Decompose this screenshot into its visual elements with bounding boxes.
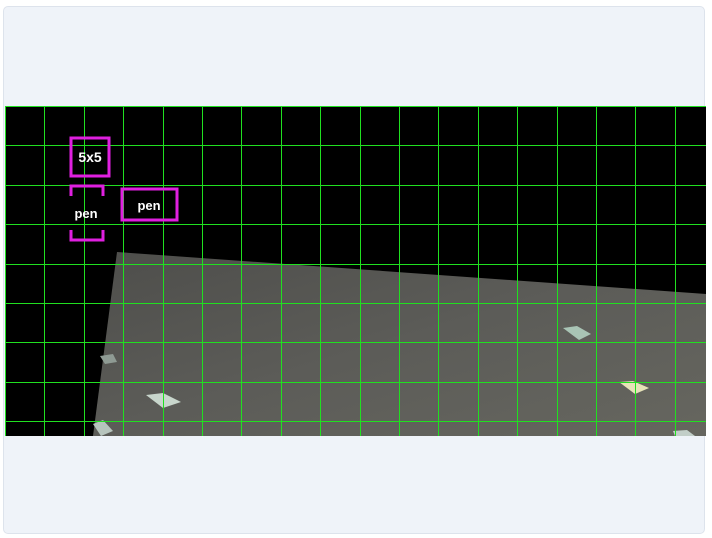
detection-label: 5x5 xyxy=(78,149,102,165)
detection-label: pen xyxy=(137,198,160,213)
camera-feed-canvas: 5x5 pen pen xyxy=(5,106,706,436)
detection-label: pen xyxy=(74,206,97,221)
camera-feed: 5x5 pen pen xyxy=(5,106,706,436)
